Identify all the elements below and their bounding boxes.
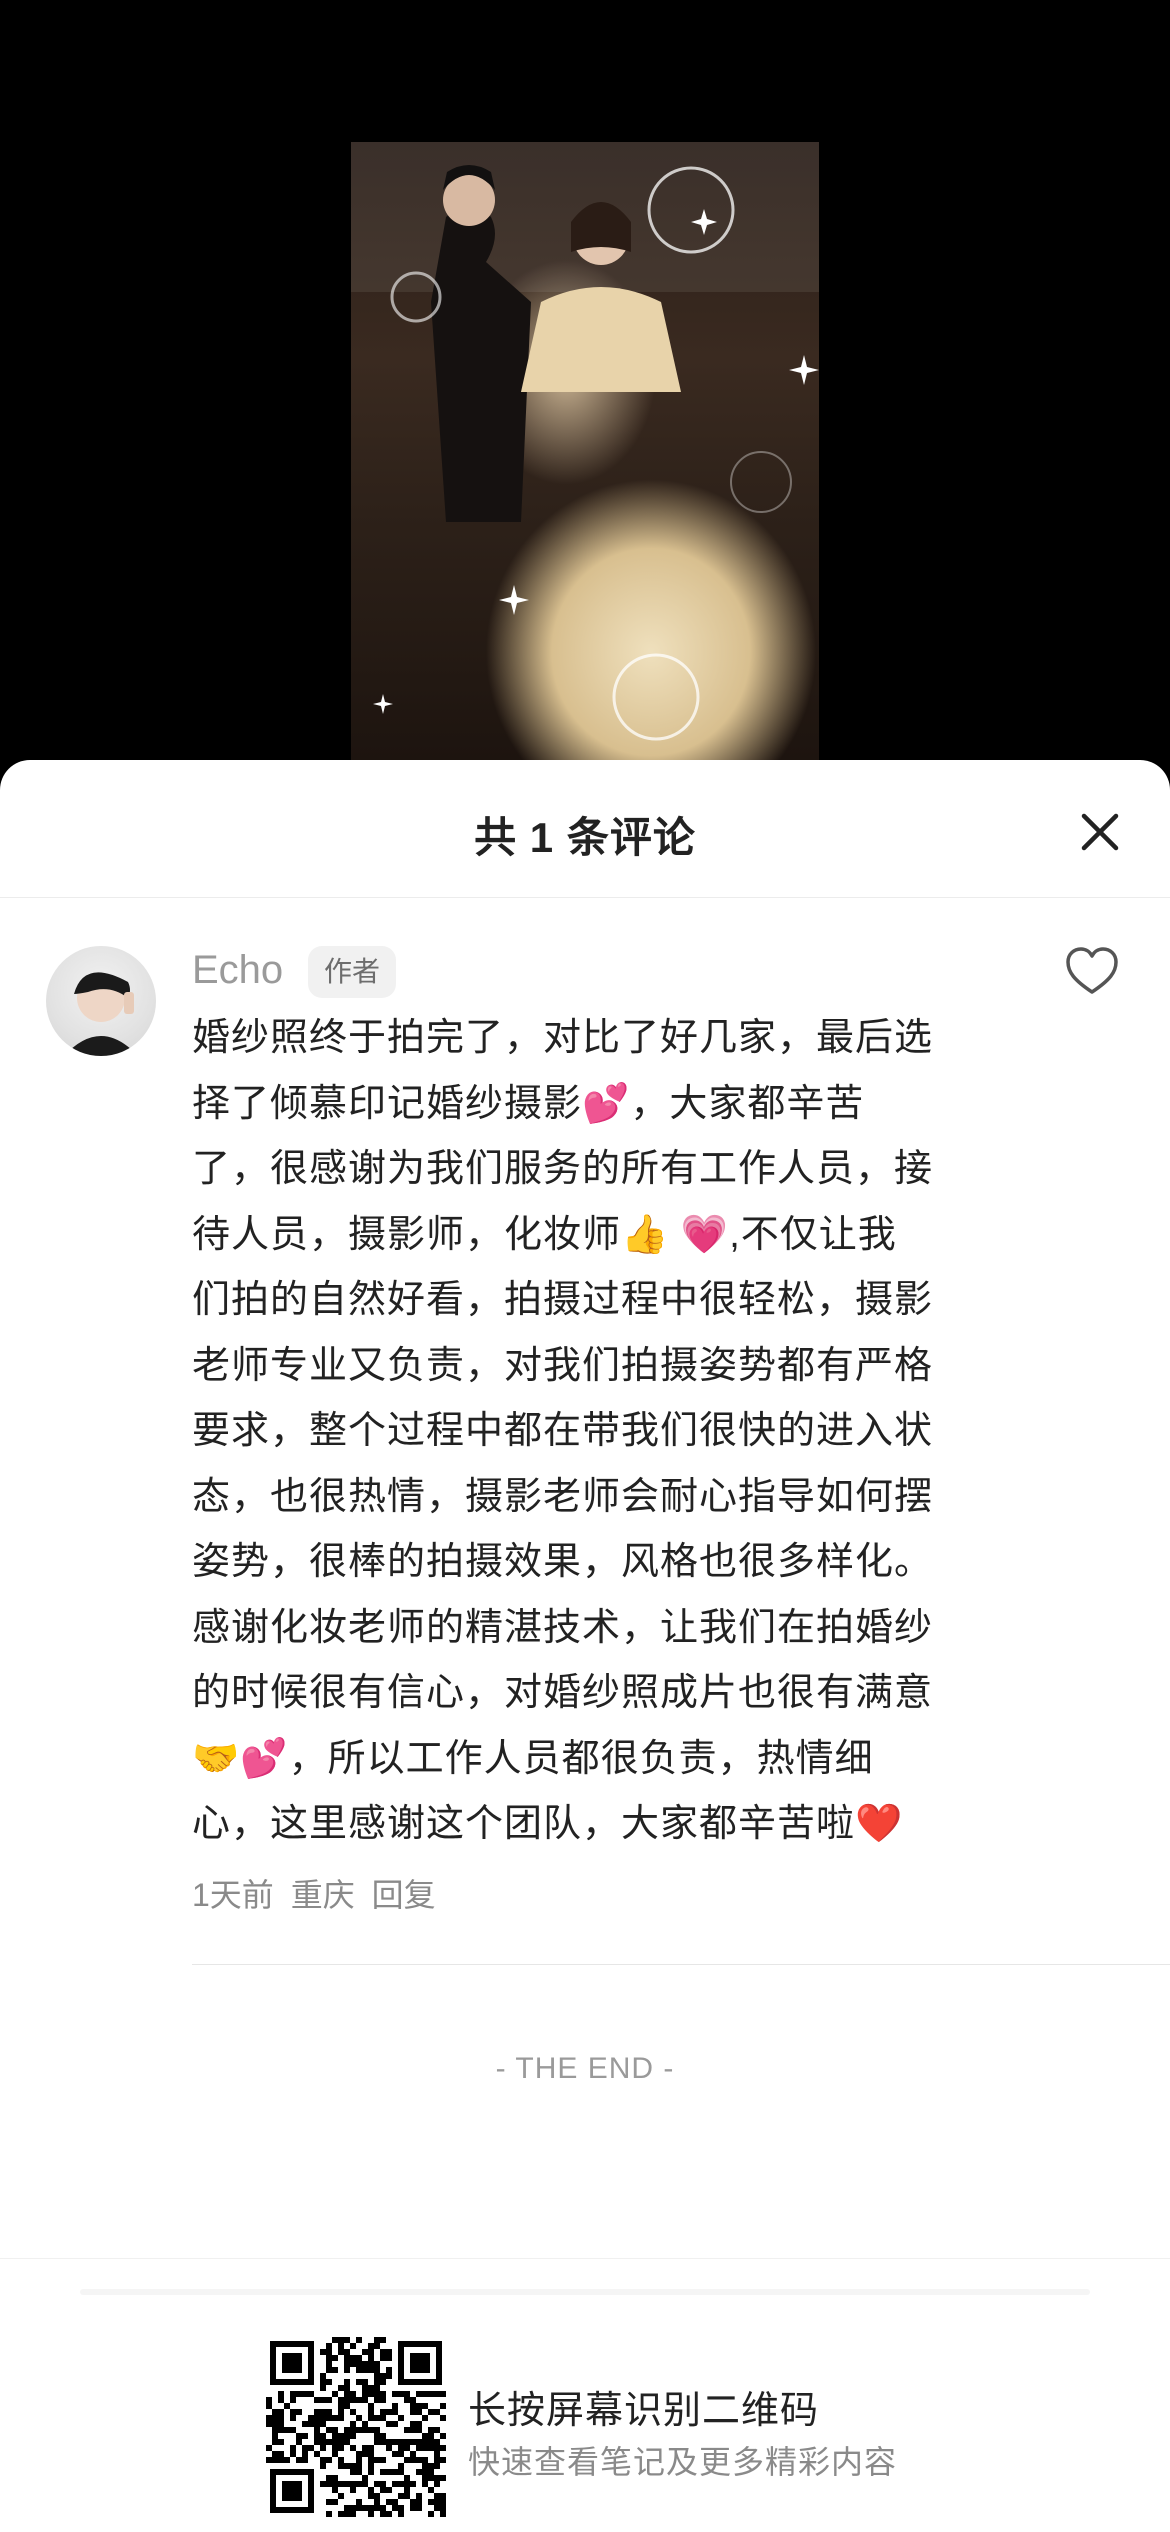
qr-subtitle: 快速查看笔记及更多精彩内容 (468, 2444, 898, 2480)
footer-divider (80, 2289, 1090, 2295)
divider (192, 1964, 1170, 1965)
qr-code-icon (266, 2337, 446, 2517)
qr-footer[interactable]: 长按屏幕识别二维码 快速查看笔记及更多精彩内容 (0, 2258, 1170, 2532)
sheet-header: 共 1 条评论 (0, 760, 1170, 898)
heart-icon (1066, 947, 1118, 994)
comment-sheet: 共 1 条评论 Echo 作者 婚纱照终于拍完了，对比了好几家，最后选 择了倾慕… (0, 760, 1170, 2532)
video-area[interactable] (0, 0, 1170, 760)
comment-time: 1天前 (192, 1877, 274, 1913)
qr-code[interactable] (266, 2337, 446, 2517)
sheet-title: 共 1 条评论 (474, 814, 696, 861)
avatar[interactable] (46, 946, 156, 1056)
wedding-photo (351, 142, 819, 760)
reply-button[interactable]: 回复 (372, 1877, 436, 1913)
like-button[interactable] (1064, 946, 1120, 998)
qr-title: 长按屏幕识别二维码 (468, 2390, 820, 2432)
photo-sparkles (373, 165, 819, 741)
end-marker: - THE END - (495, 2052, 675, 2085)
close-icon (1081, 813, 1119, 851)
comment-text: 婚纱照终于拍完了，对比了好几家，最后选 择了倾慕印记婚纱摄影💕，大家都辛苦 了，… (192, 1017, 934, 1845)
comment-meta: 1天前 重庆 回复 (192, 1870, 444, 1916)
author-name[interactable]: Echo (192, 948, 283, 993)
close-button[interactable] (1068, 800, 1132, 864)
author-badge: 作者 (308, 946, 397, 998)
comment-location: 重庆 (290, 1877, 355, 1913)
avatar-image (64, 972, 138, 1056)
